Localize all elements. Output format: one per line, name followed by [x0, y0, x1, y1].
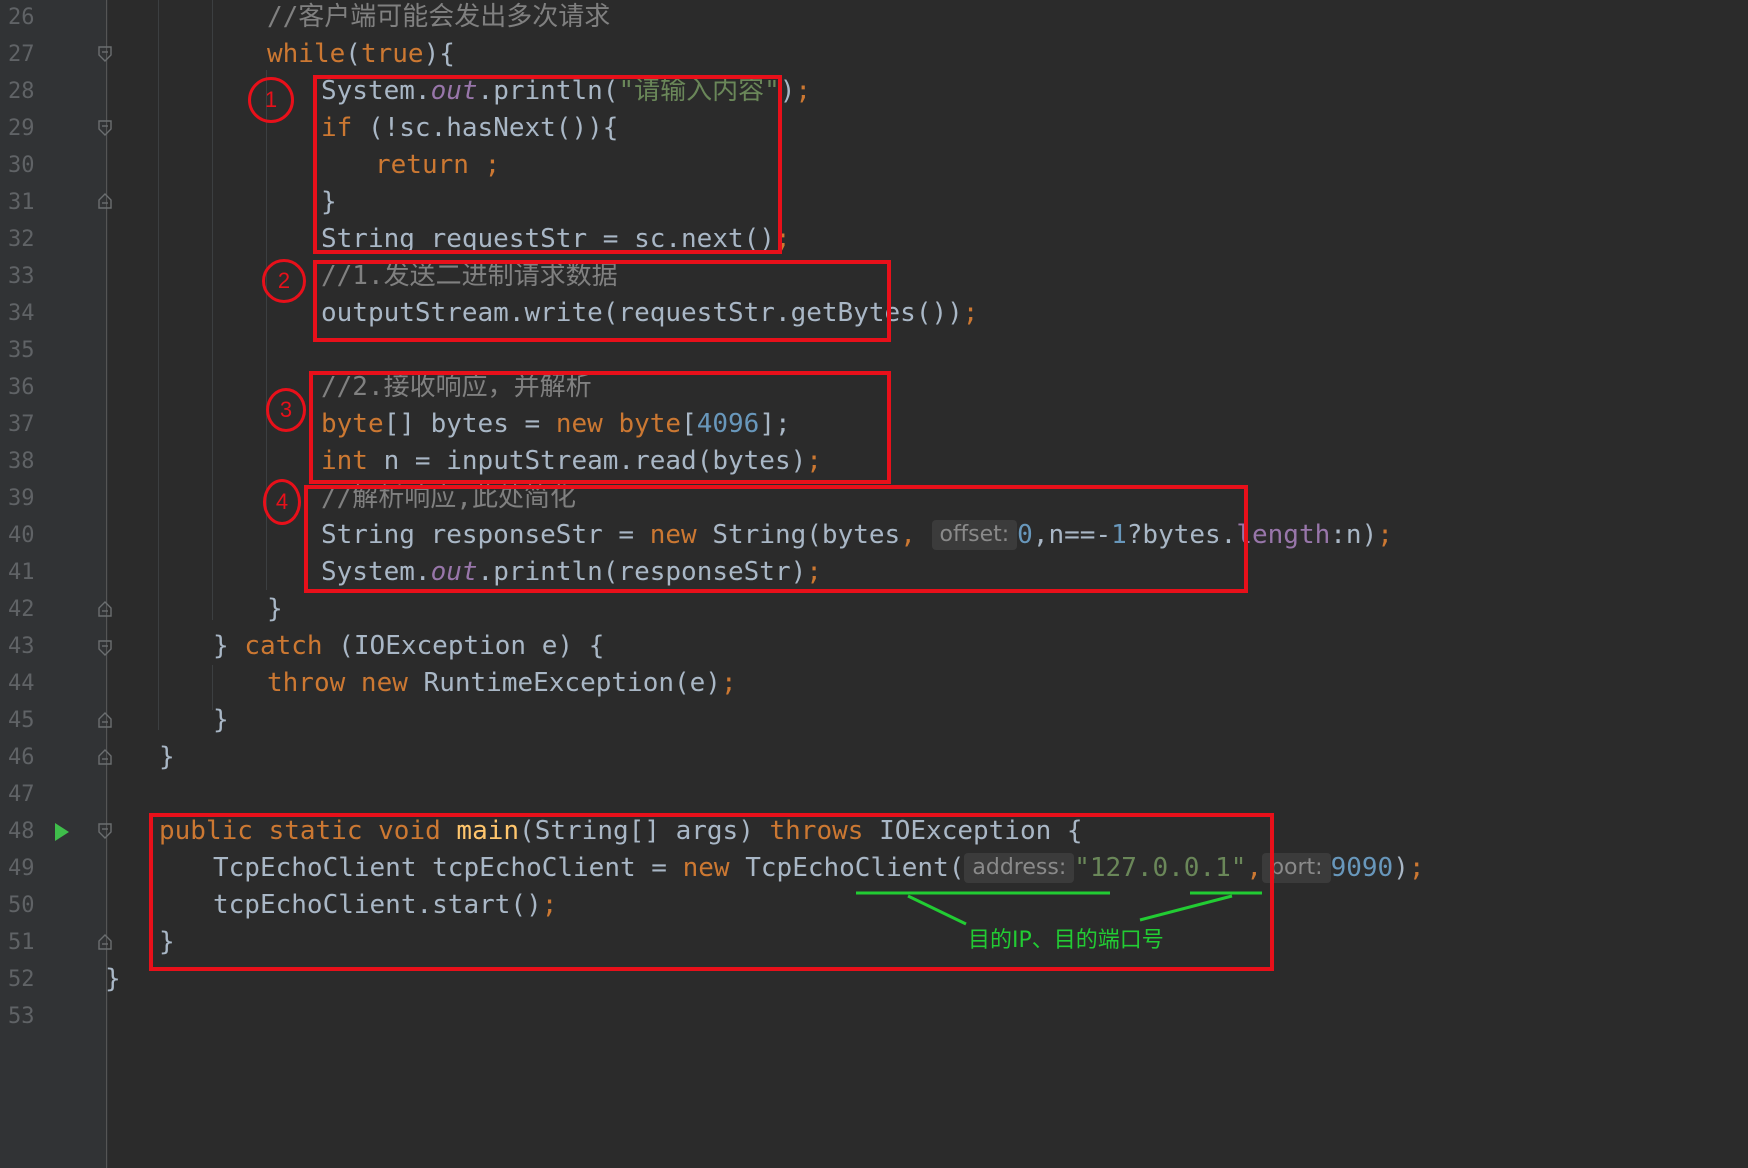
- code-editor[interactable]: 26 27 28 29 30 31 32 33 34 35 36 37 38 3…: [0, 0, 1748, 1168]
- green-annotation-note: 目的IP、目的端口号: [968, 928, 1164, 953]
- green-annotation-lines: [856, 891, 1262, 926]
